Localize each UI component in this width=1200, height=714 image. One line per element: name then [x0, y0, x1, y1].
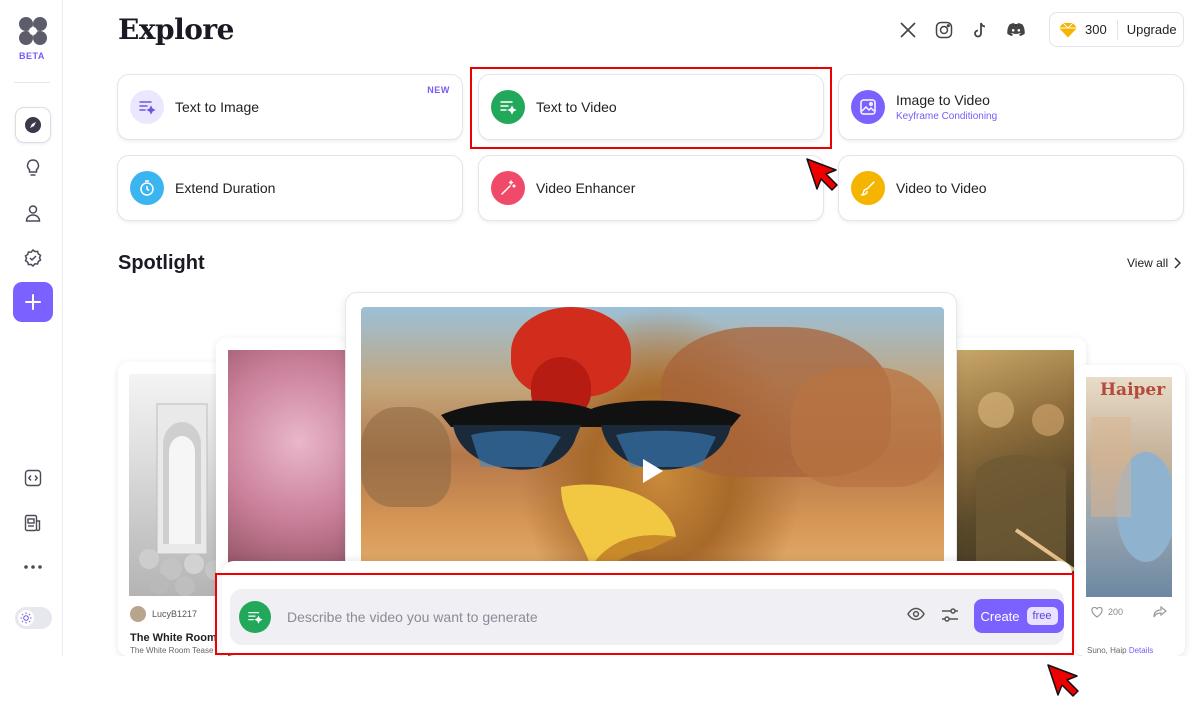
toggle-knob — [18, 610, 34, 626]
spotlight-thumbnail — [129, 374, 228, 596]
tool-text-to-image[interactable]: Text to Image NEW — [117, 74, 463, 140]
arrow-pointer-icon — [1047, 664, 1079, 697]
image-icon — [851, 90, 885, 124]
brush-icon — [851, 171, 885, 205]
right-card-subtitle: Suno, Haip Details — [1087, 646, 1153, 655]
tool-label: Video to Video — [896, 180, 987, 196]
plus-icon — [25, 294, 41, 310]
sidebar-divider — [14, 82, 50, 83]
tool-sublabel: Keyframe Conditioning — [896, 111, 998, 122]
sidebar-item-more[interactable] — [15, 549, 51, 585]
tool-label: Image to Video Keyframe Conditioning — [896, 92, 997, 122]
more-dots-icon — [24, 565, 42, 569]
play-icon[interactable] — [641, 457, 665, 485]
tool-label-text: Image to Video — [896, 92, 990, 108]
credit-balance: 300 — [1085, 22, 1107, 37]
instagram-icon[interactable] — [933, 19, 955, 41]
left-card-subtitle: The White Room Tease — [130, 646, 214, 655]
view-all-link[interactable]: View all — [1127, 256, 1182, 270]
hero-video-thumbnail[interactable] — [361, 307, 944, 577]
right-card-tags: Suno, Haip — [1087, 646, 1127, 655]
spotlight-thumbnail: Haiper — [1086, 377, 1172, 597]
sidebar-item-ideas[interactable] — [15, 150, 51, 186]
wand-icon — [491, 171, 525, 205]
compass-icon — [25, 117, 41, 133]
page-bottom-area — [0, 656, 1200, 714]
discord-icon[interactable] — [1005, 19, 1027, 41]
author-name: LucyB1217 — [152, 609, 198, 619]
rock-shape — [361, 407, 451, 507]
sidebar-item-verified[interactable] — [15, 240, 51, 276]
sidebar-item-create[interactable] — [13, 282, 53, 322]
new-badge: NEW — [427, 85, 450, 95]
code-icon — [24, 469, 42, 487]
badge-check-icon — [24, 248, 42, 268]
page-title: Explore — [118, 13, 235, 46]
like-button[interactable]: 200 — [1091, 606, 1124, 618]
text-sparkle-icon — [130, 90, 164, 124]
avatar — [130, 606, 146, 622]
left-card-author: LucyB1217 — [130, 606, 197, 622]
tool-label: Extend Duration — [175, 180, 276, 196]
arrow-pointer-icon — [806, 158, 838, 191]
upgrade-button[interactable]: Upgrade — [1127, 22, 1177, 37]
share-icon[interactable] — [1153, 606, 1167, 618]
view-all-label: View all — [1127, 256, 1169, 270]
sunglasses-art — [441, 400, 741, 470]
tiktok-icon[interactable] — [969, 19, 991, 41]
statue-art — [139, 403, 225, 596]
logo-icon[interactable] — [17, 15, 49, 47]
spotlight-thumbnail — [956, 350, 1076, 580]
spotlight-title: Spotlight — [118, 252, 205, 274]
tool-video-enhancer[interactable]: Video Enhancer — [478, 155, 824, 221]
figure-art — [976, 392, 1076, 580]
tool-video-to-video[interactable]: Video to Video — [838, 155, 1184, 221]
theme-toggle[interactable] — [15, 607, 52, 629]
sun-icon — [20, 612, 32, 624]
user-icon — [25, 205, 41, 222]
highlight-box-text-to-video — [470, 67, 832, 149]
x-icon[interactable] — [897, 19, 919, 41]
right-card-actions: 200 — [1091, 606, 1167, 618]
rock-shape — [791, 367, 941, 487]
sidebar-item-api[interactable] — [15, 460, 51, 496]
heart-icon — [1091, 606, 1103, 618]
lightbulb-icon — [26, 159, 40, 176]
highlight-box-prompt — [215, 573, 1074, 655]
credit-divider — [1116, 19, 1118, 40]
chevron-right-icon — [1174, 257, 1182, 269]
details-link[interactable]: Details — [1129, 646, 1153, 655]
app-window: BETA Explore 300 Upgrade Text to Image N… — [0, 0, 1200, 656]
sidebar-item-profile[interactable] — [15, 195, 51, 231]
haiper-art — [1091, 417, 1172, 562]
tool-label: Video Enhancer — [536, 180, 636, 196]
spotlight-hero-card[interactable] — [345, 292, 957, 592]
tool-label: Text to Image — [175, 99, 260, 115]
tool-extend-duration[interactable]: Extend Duration — [117, 155, 463, 221]
left-card-title: The White Room — [130, 632, 217, 644]
beta-badge: BETA — [19, 51, 45, 61]
newspaper-icon — [24, 514, 41, 532]
social-links — [897, 19, 1027, 41]
sidebar: BETA — [0, 0, 63, 656]
sidebar-item-explore[interactable] — [15, 107, 51, 143]
sidebar-item-blog[interactable] — [15, 505, 51, 541]
tool-image-to-video[interactable]: Image to Video Keyframe Conditioning — [838, 74, 1184, 140]
gem-icon — [1059, 22, 1077, 37]
like-count: 200 — [1108, 607, 1124, 617]
credits-panel: 300 Upgrade — [1049, 12, 1184, 47]
timer-icon — [130, 171, 164, 205]
